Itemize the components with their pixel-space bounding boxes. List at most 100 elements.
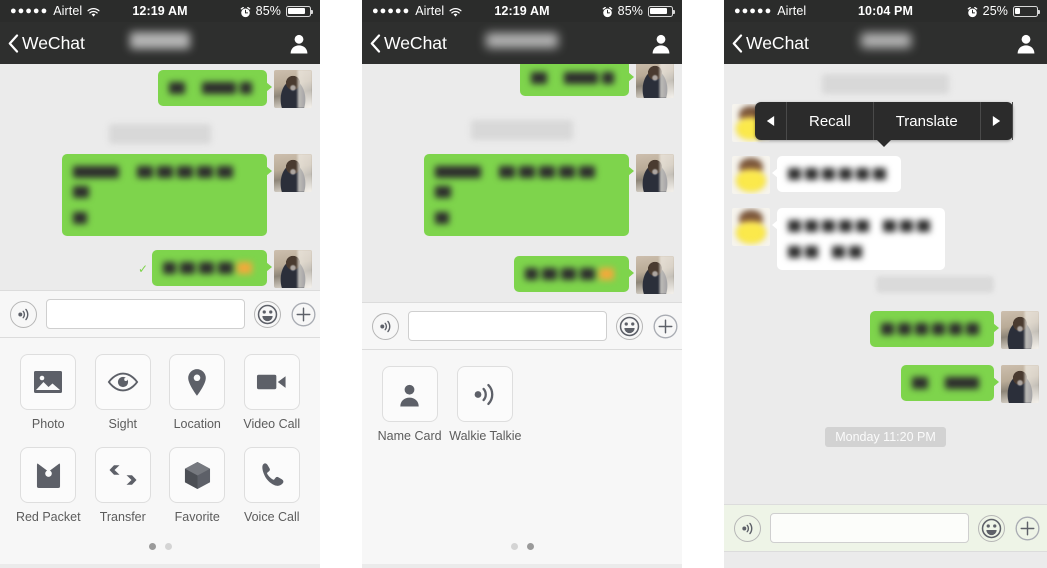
message-bubble-outgoing[interactable] [520,64,634,96]
attachment-panel: Photo Sight Location Video Call Red Pack… [0,338,320,564]
redacted-contact-name [486,33,558,48]
message-bubble-incoming[interactable] [772,208,945,270]
voice-input-icon[interactable] [10,300,37,328]
avatar[interactable] [1001,365,1039,403]
attachment-name-card[interactable]: Name Card [376,366,443,443]
message-input-bar [0,290,320,338]
attachment-pager[interactable] [362,543,682,550]
emoji-smiley-icon[interactable] [616,312,643,340]
redacted-message-text-line2 [73,208,256,228]
attachment-voice-call[interactable]: Voice Call [238,447,307,524]
status-bar-right: 25% [940,4,1047,18]
attachment-photo[interactable]: Photo [14,354,83,431]
chat-message-list[interactable]: xxxxxxxxxxxxx ✓ [0,64,320,290]
message-text-input[interactable] [770,513,969,543]
attachment-label: Favorite [174,510,220,524]
carrier-label: Airtel [415,4,445,18]
status-bar-left: ●●●●● Airtel [362,4,468,18]
attachment-favorite[interactable]: Favorite [163,447,232,524]
avatar[interactable] [636,154,674,192]
location-pin-icon [169,354,226,410]
phone-handset-icon [243,447,300,503]
page-dot-2[interactable] [164,543,172,550]
nav-title [0,32,320,54]
message-bubble-incoming[interactable] [772,156,901,192]
time-divider: xxxxxxxxxxxxx [0,124,320,144]
time-divider: xxxxxxxxxxxxx [362,120,682,140]
transfer-arrows-icon [94,447,151,503]
context-menu[interactable]: Recall Translate [755,102,1013,147]
message-row-outgoing [362,154,682,236]
page-dot-1[interactable] [148,543,156,550]
page-dot-2[interactable] [526,543,534,550]
nav-bar: WeChat [724,22,1047,64]
attachment-sight[interactable]: Sight [89,354,158,431]
attachment-location[interactable]: Location [163,354,232,431]
redacted-timestamp: xxxxxxxxxxxxx [471,120,573,140]
page-dot-1[interactable] [510,543,518,550]
clock-label: 12:19 AM [132,4,188,18]
message-bubble-outgoing[interactable] [424,154,634,236]
signal-dots-icon: ●●●●● [372,4,411,17]
context-menu-item-recall[interactable]: Recall [787,102,874,140]
message-bubble-outgoing[interactable] [158,70,272,106]
avatar[interactable] [636,64,674,98]
triangle-left-icon[interactable] [755,102,787,140]
voice-input-icon[interactable] [372,312,399,340]
attachment-pager[interactable] [0,543,320,550]
message-row-outgoing [724,365,1047,403]
attachment-transfer[interactable]: Transfer [89,447,158,524]
phone-panel-2: ●●●●● Airtel 12:19 AM 85% WeChat Name Ca… [362,0,682,568]
plus-icon[interactable] [1014,515,1041,542]
avatar[interactable] [732,156,770,194]
chat-message-list[interactable]: xxxxxxxxxxxxxxxxx [724,64,1047,504]
battery-icon [647,5,676,17]
video-camera-icon [243,354,300,410]
emoji-smiley-icon[interactable] [254,300,281,328]
avatar[interactable] [274,250,312,288]
message-bubble-outgoing[interactable] [514,256,634,292]
message-bubble-outgoing[interactable] [152,250,272,286]
alarm-clock-icon [602,6,613,18]
plus-icon[interactable] [290,301,317,328]
redacted-message-text-line2 [788,242,934,262]
message-row-outgoing: ✓ [0,250,320,288]
attachment-red-packet[interactable]: Red Packet [14,447,83,524]
nav-bar: WeChat [0,22,320,64]
avatar[interactable] [274,154,312,192]
search-input message-text-input[interactable] [46,299,245,329]
carrier-label: Airtel [777,4,807,18]
context-menu-item-translate[interactable]: Translate [874,102,981,140]
occluded-message-bubble[interactable] [876,276,994,293]
attachment-grid: Name Card Walkie Talkie [376,366,668,443]
redacted-message-text [788,216,934,236]
message-input-bar [724,504,1047,552]
emoji-smiley-icon[interactable] [978,514,1005,542]
avatar[interactable] [732,208,770,246]
message-row-outgoing-occluded [724,276,1047,293]
attachment-walkie-talkie[interactable]: Walkie Talkie [449,366,522,443]
voice-input-icon[interactable] [734,514,761,542]
read-receipt-icon: ✓ [137,262,148,276]
redacted-message-text [163,258,256,278]
phone-panel-1: ●●●●● Airtel 12:19 AM 85% WeChat ✓ Photo… [0,0,320,568]
attachment-label: Name Card [377,429,442,443]
avatar[interactable] [1001,311,1039,349]
sight-eye-icon [94,354,151,410]
avatar[interactable] [636,256,674,294]
carrier-label: Airtel [53,4,83,18]
triangle-right-icon[interactable] [981,102,1013,140]
plus-icon[interactable] [652,313,679,340]
redacted-message-text [788,164,890,184]
context-menu-pointer [875,139,892,147]
status-bar: ●●●●● Airtel 10:04 PM 25% [724,0,1047,22]
message-bubble-outgoing[interactable] [870,311,999,347]
chat-message-list[interactable]: xxxxxxxxxxxxx [362,64,682,302]
avatar[interactable] [274,70,312,108]
message-bubble-outgoing[interactable] [901,365,999,401]
message-text-input[interactable] [408,311,607,341]
redacted-message-text [73,162,256,202]
message-bubble-outgoing[interactable] [62,154,272,236]
attachment-video-call[interactable]: Video Call [238,354,307,431]
redacted-message-text [169,78,256,98]
